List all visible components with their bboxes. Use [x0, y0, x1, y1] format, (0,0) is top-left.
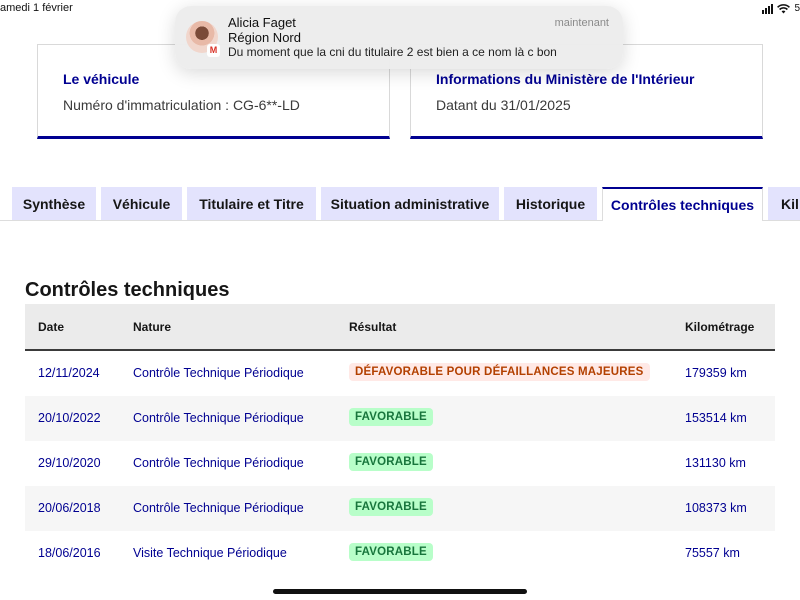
- inspection-date: 20/10/2022: [38, 411, 101, 425]
- inspections-table: Date Nature Résultat Kilométrage 12/11/2…: [25, 304, 775, 576]
- table-row: 18/06/2016 Visite Technique Périodique F…: [25, 531, 775, 576]
- notification-body: Du moment que la cni du titulaire 2 est …: [228, 45, 557, 59]
- inspection-mileage: 179359 km: [685, 366, 747, 380]
- inspection-mileage: 75557 km: [685, 546, 740, 560]
- inspection-mileage: 108373 km: [685, 501, 747, 515]
- notification-sender: Alicia Faget: [228, 15, 296, 30]
- status-badge: FAVORABLE: [349, 453, 433, 471]
- home-indicator[interactable]: [273, 589, 527, 594]
- column-header-date: Date: [38, 320, 65, 334]
- registration-number: Numéro d'immatriculation : CG-6**-LD: [63, 97, 300, 113]
- status-badge: FAVORABLE: [349, 543, 433, 561]
- battery-indicator: 5: [794, 3, 800, 14]
- tab-titulaire-titre[interactable]: Titulaire et Titre: [187, 187, 316, 220]
- status-date: amedi 1 février: [0, 2, 73, 14]
- page-title: Contrôles techniques: [25, 279, 230, 301]
- status-indicators: 5: [762, 3, 800, 14]
- inspection-nature: Contrôle Technique Périodique: [133, 366, 304, 380]
- inspection-date: 29/10/2020: [38, 456, 101, 470]
- table-header: Date Nature Résultat Kilométrage: [25, 304, 775, 351]
- inspection-nature: Contrôle Technique Périodique: [133, 456, 304, 470]
- ministry-card-title: Informations du Ministère de l'Intérieur: [436, 71, 695, 87]
- tab-vehicule[interactable]: Véhicule: [101, 187, 182, 220]
- tab-historique[interactable]: Historique: [504, 187, 597, 220]
- cellular-signal-icon: [762, 3, 774, 14]
- inspection-nature: Contrôle Technique Périodique: [133, 411, 304, 425]
- table-row: 20/10/2022 Contrôle Technique Périodique…: [25, 396, 775, 441]
- column-header-mileage: Kilométrage: [685, 320, 755, 334]
- inspection-date: 12/11/2024: [38, 366, 100, 380]
- column-header-nature: Nature: [133, 320, 172, 334]
- tab-controles-techniques[interactable]: Contrôles techniques: [602, 187, 763, 221]
- gmail-icon: M: [207, 44, 220, 57]
- inspection-result: FAVORABLE: [349, 543, 433, 561]
- status-badge: FAVORABLE: [349, 498, 433, 516]
- inspection-result: FAVORABLE: [349, 408, 433, 426]
- inspection-result: FAVORABLE: [349, 453, 433, 471]
- inspection-mileage: 131130 km: [685, 456, 746, 470]
- column-header-result: Résultat: [349, 320, 397, 334]
- tab-synthese[interactable]: Synthèse: [12, 187, 96, 220]
- table-row: 29/10/2020 Contrôle Technique Périodique…: [25, 441, 775, 486]
- inspection-result: DÉFAVORABLE POUR DÉFAILLANCES MAJEURES: [349, 363, 650, 381]
- inspection-nature: Visite Technique Périodique: [133, 546, 287, 560]
- inspection-date: 18/06/2016: [38, 546, 101, 560]
- inspection-mileage: 153514 km: [685, 411, 747, 425]
- table-row: 12/11/2024 Contrôle Technique Périodique…: [25, 351, 775, 396]
- inspection-nature: Contrôle Technique Périodique: [133, 501, 304, 515]
- status-badge: DÉFAVORABLE POUR DÉFAILLANCES MAJEURES: [349, 363, 650, 381]
- inspection-result: FAVORABLE: [349, 498, 433, 516]
- status-badge: FAVORABLE: [349, 408, 433, 426]
- table-row: 20/06/2018 Contrôle Technique Périodique…: [25, 486, 775, 531]
- notification-banner[interactable]: M Alicia Faget maintenant Région Nord Du…: [175, 6, 623, 69]
- wifi-icon: [777, 3, 791, 14]
- vehicle-card-title: Le véhicule: [63, 71, 140, 87]
- tab-kilometrage[interactable]: Kil: [768, 187, 800, 220]
- notification-subject: Région Nord: [228, 30, 301, 45]
- inspection-date: 20/06/2018: [38, 501, 101, 515]
- tab-situation-administrative[interactable]: Situation administrative: [321, 187, 499, 220]
- tab-bar: Synthèse Véhicule Titulaire et Titre Sit…: [0, 187, 800, 221]
- notification-time: maintenant: [554, 17, 609, 29]
- ministry-date: Datant du 31/01/2025: [436, 97, 571, 113]
